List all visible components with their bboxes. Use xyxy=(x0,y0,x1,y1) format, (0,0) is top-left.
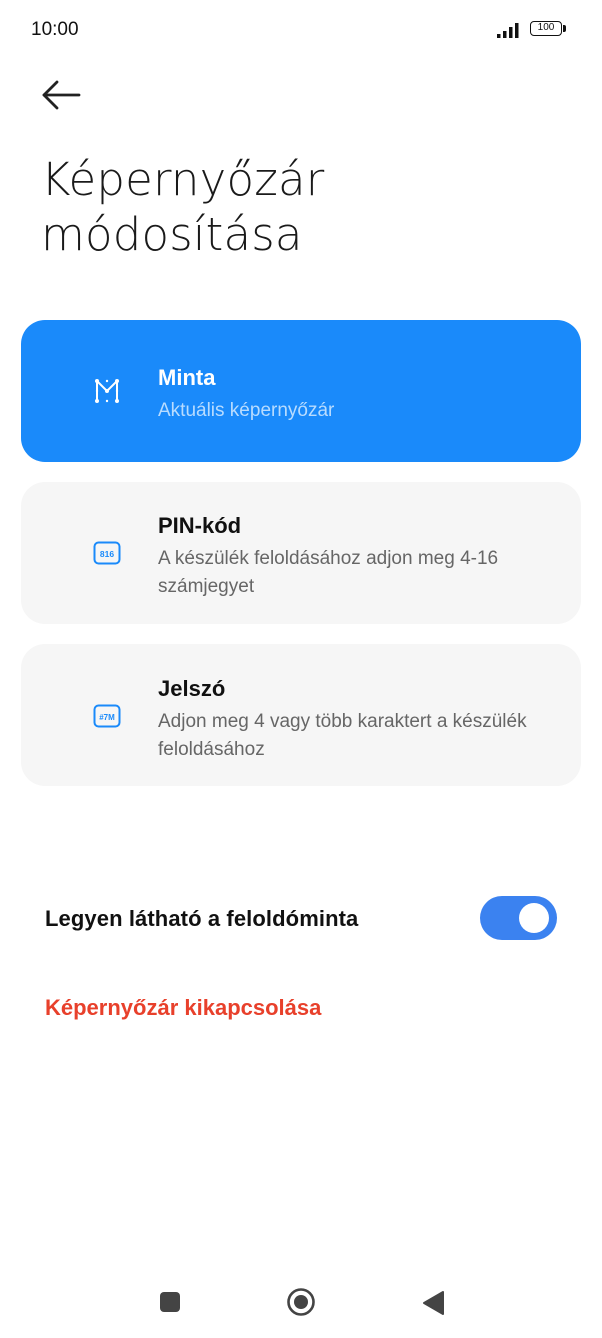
navigation-bar xyxy=(0,1270,602,1338)
password-icon: #7M xyxy=(93,704,121,728)
signal-icon xyxy=(497,23,519,38)
pin-icon: 816 xyxy=(93,541,121,565)
status-bar: 10:00 100 xyxy=(0,0,602,60)
pattern-icon xyxy=(95,379,119,403)
battery-level: 100 xyxy=(530,21,562,36)
circle-home-icon[interactable] xyxy=(286,1287,316,1317)
page-title-line2: módosítása xyxy=(41,208,303,261)
option-pin-description: A készülék feloldásához adjon meg 4-16 s… xyxy=(158,548,499,597)
square-recents-icon[interactable] xyxy=(160,1292,180,1312)
option-pattern[interactable]: Minta Aktuális képernyőzár xyxy=(21,320,581,462)
password-icon-text: #7M xyxy=(99,713,115,722)
show-pattern-setting[interactable]: Legyen látható a feloldóminta xyxy=(0,884,602,954)
option-password-description: Adjon meg 4 vagy több karaktert a készül… xyxy=(158,711,527,760)
show-pattern-toggle[interactable] xyxy=(480,896,557,940)
pin-icon-text: 816 xyxy=(100,549,114,559)
option-pattern-title: Minta xyxy=(158,365,216,390)
triangle-back-icon[interactable] xyxy=(421,1290,445,1316)
battery-icon: 100 xyxy=(530,21,568,38)
back-button[interactable] xyxy=(36,72,86,118)
page-title-line1: Képernyőzár xyxy=(41,153,325,206)
toggle-knob xyxy=(519,903,549,933)
option-pattern-description: Aktuális képernyőzár xyxy=(158,400,335,421)
status-time: 10:00 xyxy=(31,19,79,40)
disable-screen-lock-button[interactable]: Képernyőzár kikapcsolása xyxy=(45,995,321,1021)
page-title: Képernyőzár módosítása xyxy=(41,152,561,262)
option-pin[interactable]: 816 PIN-kód A készülék feloldásához adjo… xyxy=(21,482,581,624)
arrow-left-icon xyxy=(42,80,81,110)
option-pin-title: PIN-kód xyxy=(158,513,242,538)
show-pattern-label: Legyen látható a feloldóminta xyxy=(45,906,359,931)
option-password-title: Jelszó xyxy=(158,676,226,701)
option-password[interactable]: #7M Jelszó Adjon meg 4 vagy több karakte… xyxy=(21,644,581,786)
